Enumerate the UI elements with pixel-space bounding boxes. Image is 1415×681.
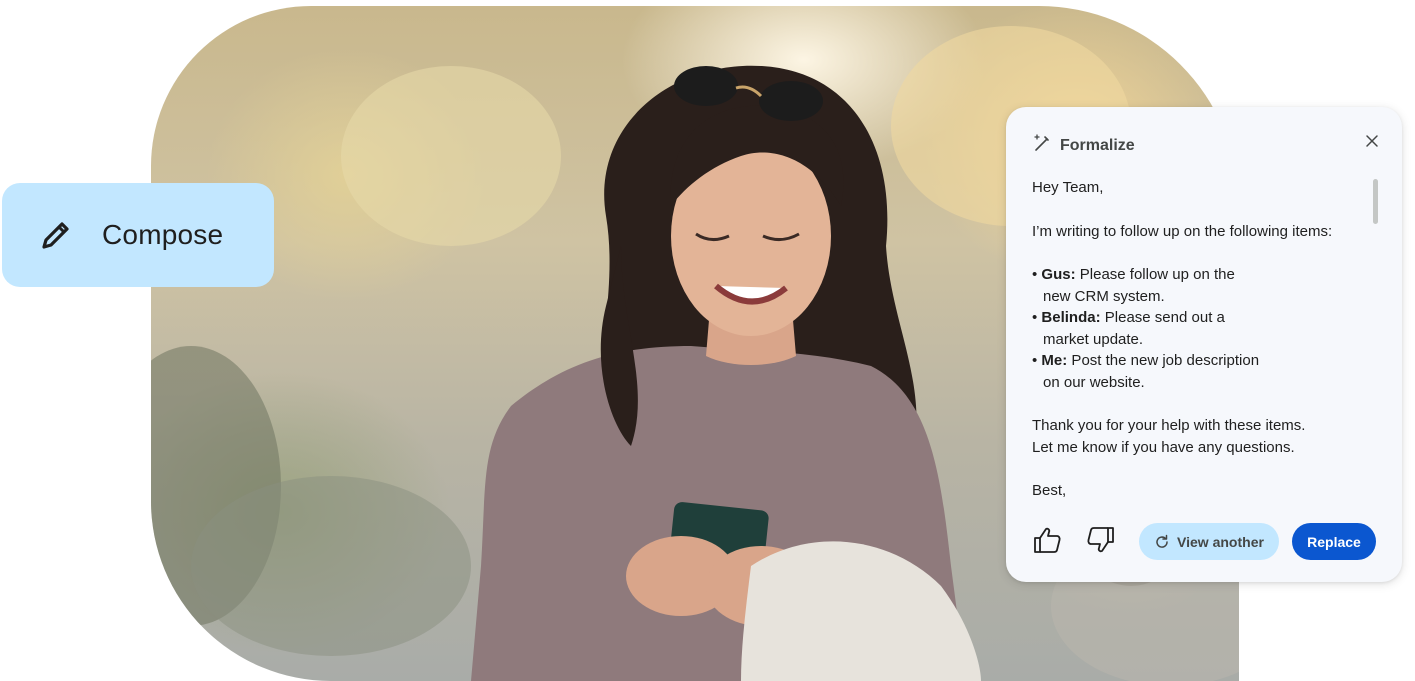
list-item: • Me: Post the new job description on our… [1032,352,1260,391]
magic-pen-icon [1032,133,1052,158]
signoff: Best, [1032,482,1067,499]
list-item: • Belinda: Please send out a market updat… [1032,309,1225,348]
marketing-hero: Compose Formalize Hey Team, I’m writing … [0,0,1415,681]
panel-actions: View another Replace [1028,521,1388,561]
view-another-button[interactable]: View another [1139,523,1279,560]
list-item: • Gus: Please follow up on the new CRM sy… [1032,266,1235,305]
compose-label: Compose [102,219,224,250]
close-icon[interactable] [1364,133,1380,149]
view-another-label: View another [1177,533,1264,550]
formalize-panel: Formalize Hey Team, I’m writing to follo… [1006,107,1402,582]
closing-line: Thank you for your help with these items… [1032,417,1306,434]
replace-button[interactable]: Replace [1292,523,1376,560]
greeting: Hey Team, [1032,179,1104,196]
panel-title: Formalize [1060,136,1135,154]
scrollbar-thumb[interactable] [1373,179,1378,224]
intro-line: I’m writing to follow up on the followin… [1032,222,1333,240]
thumbs-down-icon[interactable] [1086,525,1118,557]
replace-label: Replace [1307,533,1361,550]
suggested-email-text: Hey Team, I’m writing to follow up on th… [1032,177,1362,502]
compose-button[interactable]: Compose [2,183,274,287]
closing-line: Let me know if you have any questions. [1032,438,1295,456]
panel-header: Formalize [1032,133,1135,158]
pencil-icon [36,215,76,255]
thumbs-up-icon[interactable] [1032,525,1064,557]
refresh-icon [1154,534,1170,550]
